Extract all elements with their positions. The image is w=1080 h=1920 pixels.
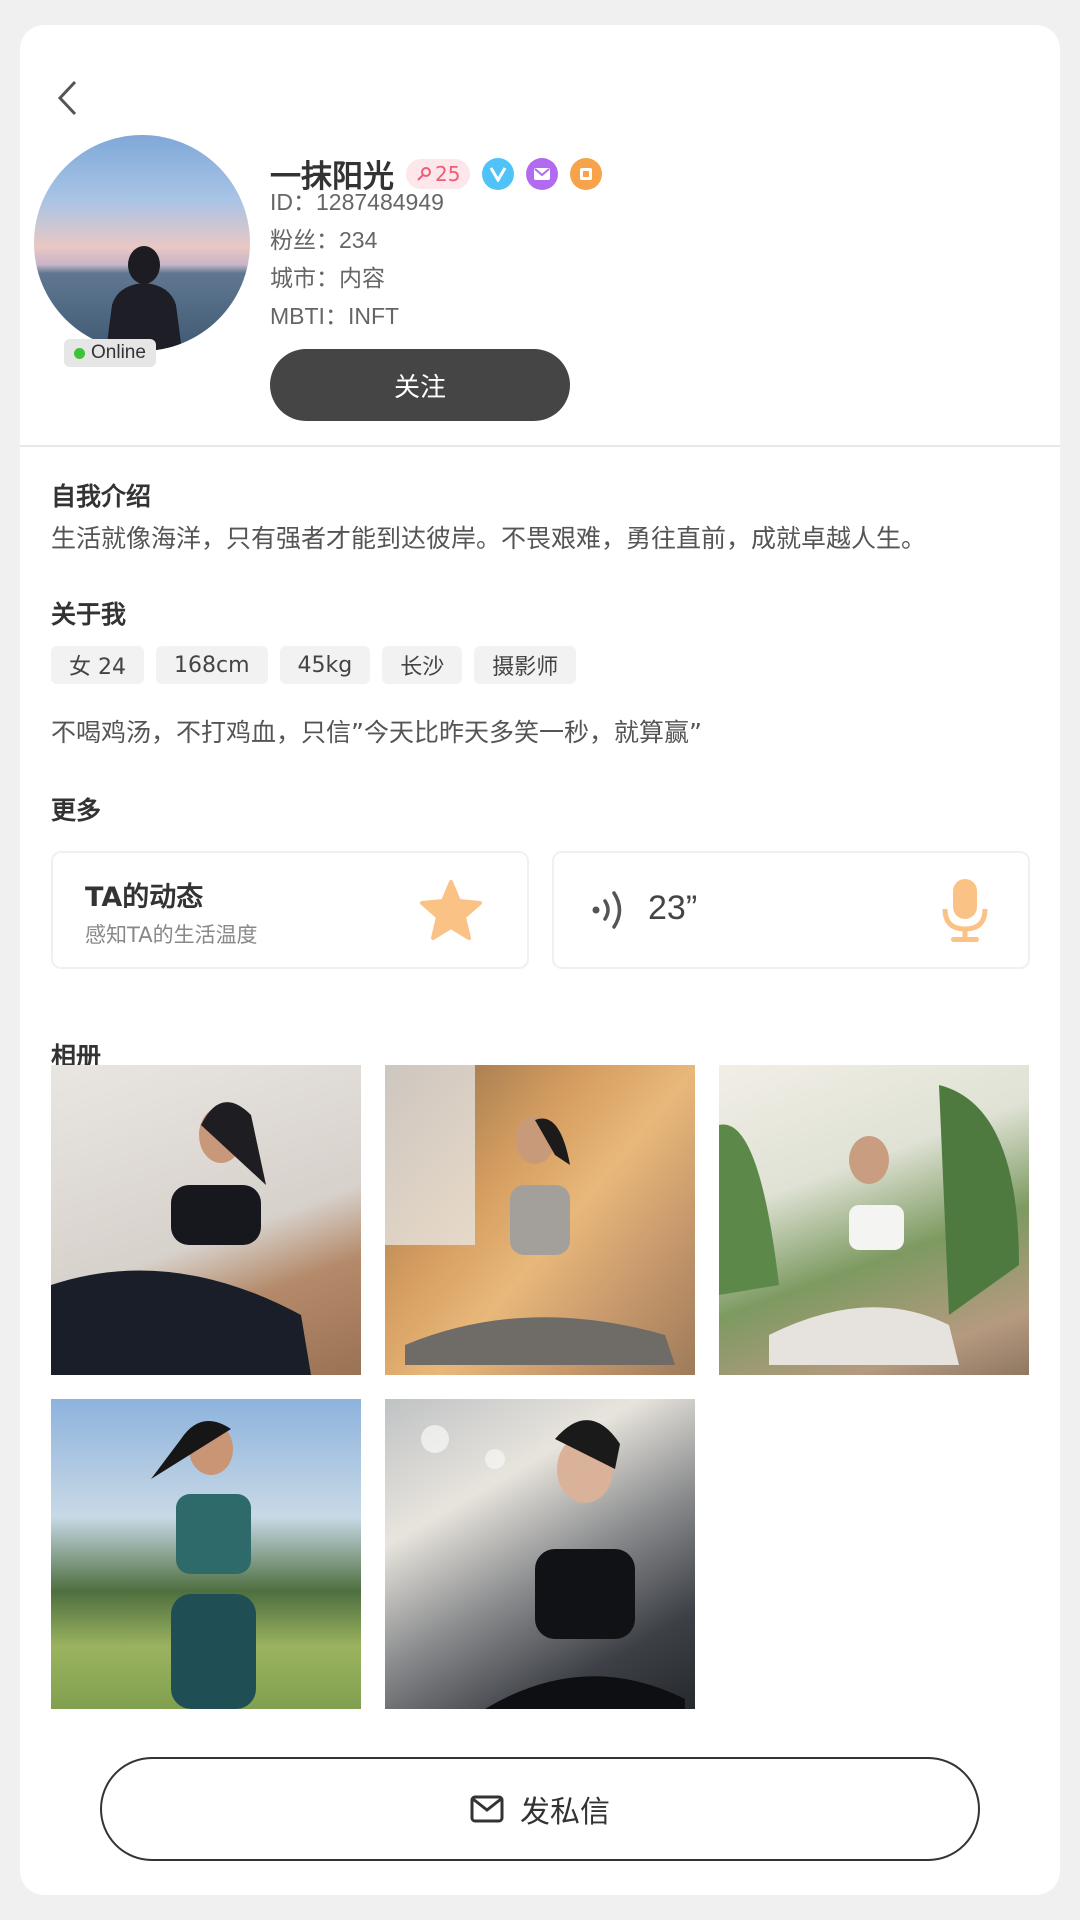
profile-card: Online 一抹阳光 25 ID：1287484949 粉丝：234 城市：内… (20, 25, 1060, 1895)
moments-card[interactable]: TA的动态 感知TA的生活温度 (51, 851, 529, 969)
follow-button[interactable]: 关注 (270, 349, 570, 421)
mail-icon (470, 1795, 504, 1823)
album-photo-2[interactable] (385, 1065, 695, 1375)
online-dot (74, 347, 85, 359)
album-photo-1[interactable] (51, 1065, 361, 1375)
online-label: Online (91, 342, 146, 363)
about-title: 关于我 (51, 600, 127, 629)
album-photo-3[interactable] (719, 1065, 1029, 1375)
user-id: ID：1287484949 (270, 189, 444, 215)
about-motto: 不喝鸡汤，不打鸡血，只信”今天比昨天多笑一秒，就算赢” (51, 718, 702, 747)
voice-card[interactable]: 23” (552, 851, 1030, 969)
moments-title: TA的动态 (85, 882, 204, 913)
tag-weight: 45kg (279, 646, 371, 684)
online-badge: Online (64, 339, 156, 367)
square-badge-icon[interactable] (570, 157, 603, 190)
star-icon (420, 880, 482, 940)
microphone-icon (942, 879, 988, 942)
tag-occupation: 摄影师 (474, 646, 577, 684)
chevron-left-icon (57, 80, 77, 116)
sound-wave-icon (592, 891, 622, 929)
send-message-label: 发私信 (520, 1795, 610, 1830)
divider (20, 445, 1060, 447)
avatar-figure (106, 246, 182, 351)
level-value: 25 (435, 161, 461, 186)
mail-badge-icon[interactable] (526, 157, 559, 190)
avatar[interactable] (34, 135, 250, 351)
moments-subtitle: 感知TA的生活温度 (85, 923, 258, 947)
back-button[interactable] (42, 73, 92, 123)
more-title: 更多 (51, 796, 102, 825)
intro-title: 自我介绍 (51, 482, 152, 511)
voice-duration: 23” (648, 889, 698, 927)
key-icon (417, 166, 431, 181)
city: 城市：内容 (270, 265, 385, 291)
tag-height: 168cm (156, 646, 268, 684)
album-photo-5[interactable] (385, 1399, 695, 1709)
tag-city: 长沙 (382, 646, 463, 684)
album-photo-4[interactable] (51, 1399, 361, 1709)
tag-gender-age: 女 24 (51, 646, 144, 684)
fans-count: 粉丝：234 (270, 227, 378, 253)
send-message-button[interactable]: 发私信 (100, 1757, 980, 1861)
about-tags: 女 24 168cm 45kg 长沙 摄影师 (51, 646, 577, 684)
v-verified-icon[interactable] (482, 157, 515, 190)
mbti: MBTI：INFT (270, 303, 400, 329)
intro-text: 生活就像海洋，只有强者才能到达彼岸。不畏艰难，勇往直前，成就卓越人生。 (51, 524, 927, 553)
